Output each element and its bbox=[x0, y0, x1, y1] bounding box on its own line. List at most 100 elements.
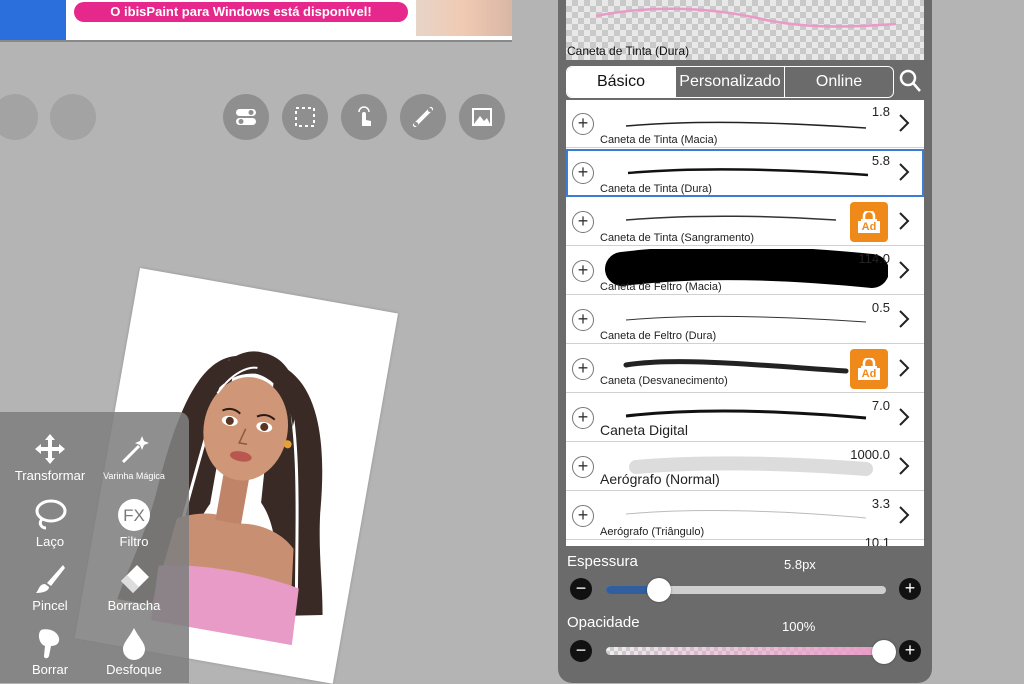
add-brush-button[interactable]: + bbox=[572, 456, 594, 478]
brush-name: Aerógrafo (Triângulo) bbox=[600, 526, 705, 538]
brush-item[interactable]: + 1.8 Caneta de Tinta (Macia) bbox=[566, 100, 924, 148]
brush-size: 1.8 bbox=[871, 104, 890, 119]
brush-name: Aerógrafo (Normal) bbox=[600, 471, 720, 487]
brush-size: 114.0 bbox=[858, 251, 890, 266]
brush-item[interactable]: + Caneta de Tinta (Sangramento) Ad bbox=[566, 198, 924, 246]
opacity-slider[interactable] bbox=[606, 647, 886, 655]
move-arrows-icon bbox=[35, 434, 65, 464]
brush-tabs: Básico Personalizado Online bbox=[566, 66, 894, 98]
brush-item[interactable]: + 114.0 Caneta de Feltro (Macia) bbox=[566, 247, 924, 295]
selection-icon bbox=[295, 107, 315, 127]
thickness-decrease-button[interactable]: − bbox=[570, 578, 592, 600]
brush-preview-name: Caneta de Tinta (Dura) bbox=[567, 44, 690, 58]
toggle-icon bbox=[236, 109, 256, 125]
image-icon bbox=[472, 108, 492, 126]
thickness-increase-button[interactable]: + bbox=[899, 578, 921, 600]
brush-name: Caneta de Feltro (Macia) bbox=[600, 281, 722, 293]
add-brush-button[interactable]: + bbox=[572, 309, 594, 331]
tool-magic-wand[interactable]: Varinha Mágica bbox=[87, 430, 181, 484]
tool-eraser[interactable]: Borracha bbox=[87, 560, 181, 614]
tool-smudge[interactable]: Borrar bbox=[3, 624, 97, 678]
tool-blur[interactable]: Desfoque bbox=[87, 624, 181, 678]
opacity-decrease-button[interactable]: − bbox=[570, 640, 592, 662]
tool-filter[interactable]: FX Filtro bbox=[87, 496, 181, 550]
thickness-slider-thumb[interactable] bbox=[647, 578, 672, 602]
banner-illustration bbox=[416, 0, 512, 36]
svg-text:FX: FX bbox=[123, 506, 145, 525]
brush-stroke-preview bbox=[625, 315, 867, 323]
banner-text[interactable]: O ibisPaint para Windows está disponível… bbox=[74, 2, 408, 22]
thickness-value: 5.8px bbox=[784, 557, 816, 572]
opacity-slider-thumb[interactable] bbox=[872, 640, 896, 664]
opacity-label: Opacidade bbox=[567, 614, 640, 631]
tool-label: Pincel bbox=[32, 598, 68, 613]
chevron-right-icon[interactable] bbox=[894, 210, 914, 232]
ruler-icon bbox=[413, 107, 433, 127]
add-brush-button[interactable]: + bbox=[572, 113, 594, 135]
undo-button[interactable] bbox=[0, 94, 38, 140]
ruler-button[interactable] bbox=[400, 94, 446, 140]
brush-item[interactable]: + 7.0 Caneta Digital bbox=[566, 394, 924, 442]
tool-lasso[interactable]: Laço bbox=[3, 496, 97, 550]
brush-size: 0.5 bbox=[871, 300, 890, 315]
chevron-right-icon[interactable] bbox=[894, 259, 914, 281]
tab-custom[interactable]: Personalizado bbox=[675, 67, 784, 97]
toggle-button[interactable] bbox=[223, 94, 269, 140]
tool-label: Borrar bbox=[31, 662, 69, 677]
chevron-right-icon[interactable] bbox=[894, 161, 914, 183]
chevron-right-icon[interactable] bbox=[894, 357, 914, 379]
brush-item[interactable]: + 3.3 Aerógrafo (Triângulo) bbox=[566, 492, 924, 540]
add-brush-button[interactable]: + bbox=[572, 358, 594, 380]
tool-panel: Transformar Varinha Mágica Laço FX Filtr… bbox=[0, 412, 189, 683]
opacity-increase-button[interactable]: + bbox=[899, 640, 921, 662]
redo-button[interactable] bbox=[50, 94, 96, 140]
chevron-right-icon[interactable] bbox=[894, 406, 914, 428]
brush-icon bbox=[36, 565, 65, 593]
brush-name: Caneta de Tinta (Macia) bbox=[600, 134, 718, 146]
brush-preview-stroke bbox=[595, 7, 897, 28]
tool-label: Borracha bbox=[107, 598, 161, 613]
ad-lock-badge[interactable]: Ad bbox=[850, 202, 888, 242]
chevron-right-icon[interactable] bbox=[894, 455, 914, 477]
touch-icon bbox=[358, 106, 371, 126]
brush-size: 5.8 bbox=[871, 153, 890, 168]
add-brush-button[interactable]: + bbox=[572, 505, 594, 527]
touch-button[interactable] bbox=[341, 94, 387, 140]
brush-item[interactable]: + Caneta (Desvanecimento) Ad bbox=[566, 345, 924, 393]
brush-name: Caneta de Tinta (Sangramento) bbox=[600, 232, 755, 244]
brush-item[interactable]: + 0.5 Caneta de Feltro (Dura) bbox=[566, 296, 924, 344]
tool-label: Filtro bbox=[119, 534, 149, 549]
selection-button[interactable] bbox=[282, 94, 328, 140]
tab-online[interactable]: Online bbox=[784, 67, 893, 97]
brush-item[interactable]: 10.1 bbox=[566, 535, 924, 546]
magic-wand-icon bbox=[121, 436, 149, 464]
add-brush-button[interactable]: + bbox=[572, 211, 594, 233]
lasso-icon bbox=[35, 499, 67, 530]
tab-basic[interactable]: Básico bbox=[567, 67, 675, 97]
brush-item[interactable]: + 1000.0 Aerógrafo (Normal) bbox=[566, 443, 924, 491]
eraser-icon bbox=[121, 565, 149, 593]
image-button[interactable] bbox=[459, 94, 505, 140]
opacity-value: 100% bbox=[782, 619, 816, 634]
brush-name: Caneta (Desvanecimento) bbox=[600, 375, 728, 387]
add-brush-button[interactable]: + bbox=[572, 260, 594, 282]
search-button[interactable] bbox=[898, 68, 922, 94]
add-brush-button[interactable]: + bbox=[572, 162, 594, 184]
opacity-fill bbox=[606, 647, 886, 655]
ad-lock-badge[interactable]: Ad bbox=[850, 349, 888, 389]
brush-stroke-preview bbox=[625, 510, 867, 519]
brush-stroke-preview bbox=[627, 168, 869, 177]
banner-logo bbox=[0, 0, 66, 40]
tool-label: Transformar bbox=[14, 468, 86, 483]
brush-list[interactable]: + 1.8 Caneta de Tinta (Macia) + 5.8 Cane… bbox=[566, 100, 924, 546]
chevron-right-icon[interactable] bbox=[894, 308, 914, 330]
brush-name: Caneta de Feltro (Dura) bbox=[600, 330, 717, 342]
chevron-right-icon[interactable] bbox=[894, 504, 914, 526]
chevron-right-icon[interactable] bbox=[894, 112, 914, 134]
tool-label: Laço bbox=[35, 534, 65, 549]
tool-transform[interactable]: Transformar bbox=[3, 430, 97, 484]
add-brush-button[interactable]: + bbox=[572, 407, 594, 429]
brush-item-selected[interactable]: + 5.8 Caneta de Tinta (Dura) bbox=[566, 149, 924, 197]
brush-size: 1000.0 bbox=[850, 447, 890, 462]
tool-brush[interactable]: Pincel bbox=[3, 560, 97, 614]
